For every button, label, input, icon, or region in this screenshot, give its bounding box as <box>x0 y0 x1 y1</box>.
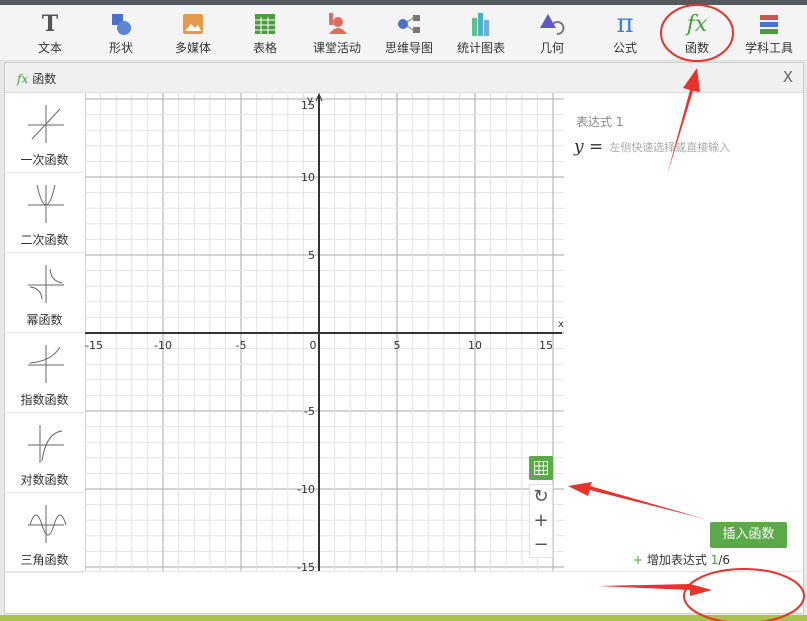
text-icon: T <box>18 11 82 37</box>
table-icon <box>233 11 297 37</box>
shape-icon <box>89 11 153 37</box>
function-quadratic[interactable]: 二次函数 <box>5 173 84 253</box>
toolbar-subject-tools[interactable]: 学科工具 <box>737 11 801 56</box>
toolbar-function[interactable]: fx函数 <box>665 11 729 56</box>
x-tick-label: 10 <box>468 339 482 352</box>
x-tick-label: 0 <box>310 339 317 352</box>
log-graph-icon <box>22 419 68 465</box>
function-dialog: fx函数 X 一次函数 二次函数 幂函数 指数函数 对数函数 三角函数 xy-1… <box>4 62 804 614</box>
x-tick-label: 15 <box>539 339 553 352</box>
toolbar-chart[interactable]: 统计图表 <box>449 11 513 56</box>
mindmap-icon <box>377 11 441 37</box>
formula-icon: π <box>593 11 657 37</box>
refresh-icon: ↻ <box>533 486 548 507</box>
quadratic-graph-icon <box>22 179 68 225</box>
zoom-in-button[interactable]: + <box>530 509 552 533</box>
graph-controls: ↻ + − <box>529 456 555 558</box>
minus-icon: − <box>533 534 548 555</box>
background-strip <box>0 615 807 621</box>
zoom-out-button[interactable]: − <box>530 533 552 557</box>
dialog-footer <box>5 571 803 614</box>
grid-toggle-button[interactable] <box>529 456 553 480</box>
function-linear[interactable]: 一次函数 <box>5 93 84 173</box>
dialog-title: fx函数 <box>17 70 56 87</box>
grid-icon <box>534 461 548 475</box>
toolbar: T文本 形状 多媒体 表格 课堂活动 思维导图 统计图表 几何 π公式 fx函数… <box>0 5 807 61</box>
toolbar-shape[interactable]: 形状 <box>89 11 153 56</box>
reset-view-button[interactable]: ↻ <box>530 485 552 509</box>
toolbar-activity[interactable]: 课堂活动 <box>305 11 369 56</box>
power-graph-icon <box>22 259 68 305</box>
function-type-list: 一次函数 二次函数 幂函数 指数函数 对数函数 三角函数 <box>5 93 84 571</box>
function-icon: fx <box>665 11 729 37</box>
expression-label: 表达式 1 <box>576 113 623 130</box>
function-trigonometric[interactable]: 三角函数 <box>5 493 84 573</box>
toolbar-formula[interactable]: π公式 <box>593 11 657 56</box>
exponential-graph-icon <box>22 339 68 385</box>
x-tick-label: -5 <box>236 339 247 352</box>
geometry-icon <box>520 11 584 37</box>
graph-canvas[interactable]: xy-15-15-10-10-5-505510101515 <box>85 93 564 571</box>
function-logarithmic[interactable]: 对数函数 <box>5 413 84 493</box>
insert-function-button[interactable]: 插入函数 <box>710 522 787 548</box>
media-icon <box>161 11 225 37</box>
dialog-header: fx函数 X <box>5 63 803 93</box>
x-tick-label: -10 <box>154 339 172 352</box>
trig-graph-icon <box>22 499 68 545</box>
y-tick-label: -15 <box>297 561 315 571</box>
linear-graph-icon <box>22 99 68 145</box>
y-tick-label: -10 <box>297 483 315 496</box>
function-power[interactable]: 幂函数 <box>5 253 84 333</box>
close-button[interactable]: X <box>783 68 793 86</box>
chart-icon <box>449 11 513 37</box>
y-tick-label: 10 <box>301 171 315 184</box>
expression-placeholder: 左侧快速选择或直接输入 <box>609 139 730 155</box>
y-tick-label: 5 <box>308 249 315 262</box>
toolbar-table[interactable]: 表格 <box>233 11 297 56</box>
add-icon: + <box>633 553 647 567</box>
fx-icon: fx <box>17 72 28 86</box>
x-tick-label: 5 <box>394 339 401 352</box>
subject-tools-icon <box>737 11 801 37</box>
y-tick-label: 15 <box>301 99 315 112</box>
plus-icon: + <box>533 510 548 531</box>
y-tick-label: -5 <box>304 405 315 418</box>
toolbar-mindmap[interactable]: 思维导图 <box>377 11 441 56</box>
add-expression-button[interactable]: + 增加表达式 1/6 <box>633 551 730 568</box>
expression-panel: 表达式 1 y =左侧快速选择或直接输入 <box>564 93 804 571</box>
expression-input[interactable]: y =左侧快速选择或直接输入 <box>574 137 730 157</box>
function-exponential[interactable]: 指数函数 <box>5 333 84 413</box>
toolbar-geometry[interactable]: 几何 <box>520 11 584 56</box>
toolbar-text[interactable]: T文本 <box>18 11 82 56</box>
toolbar-media[interactable]: 多媒体 <box>161 11 225 56</box>
x-tick-label: -15 <box>85 339 103 352</box>
activity-icon <box>305 11 369 37</box>
